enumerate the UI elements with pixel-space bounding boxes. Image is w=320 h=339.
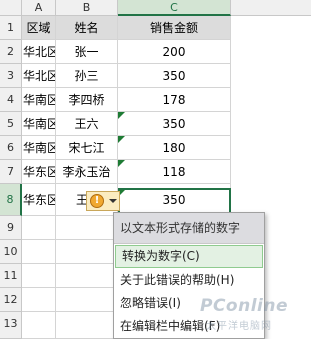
error-indicator-icon (118, 160, 125, 167)
sales-value: 180 (162, 141, 186, 155)
row-header-3[interactable]: 3 (0, 64, 22, 88)
empty-cell[interactable] (22, 264, 56, 288)
ignore-error-item[interactable]: 忽略错误(I) (114, 292, 264, 315)
error-indicator-icon (118, 112, 125, 119)
empty-cell[interactable] (56, 288, 118, 312)
name-cell[interactable]: 李四桥 (56, 88, 118, 112)
edit-in-formula-bar-item[interactable]: 在编辑栏中编辑(F) (114, 315, 264, 338)
name-cell[interactable]: 王六 (56, 112, 118, 136)
name-cell[interactable]: 孙三 (56, 64, 118, 88)
header-cell-name[interactable]: 姓名 (56, 16, 118, 40)
empty-cell[interactable] (56, 240, 118, 264)
empty-cell[interactable] (22, 216, 56, 240)
empty-cell[interactable] (22, 312, 56, 339)
sales-value: 350 (162, 193, 186, 207)
header-cell-region[interactable]: 区域 (22, 16, 56, 40)
name-cell[interactable]: 宋七江 (56, 136, 118, 160)
row-header-10[interactable]: 10 (0, 240, 22, 264)
row-header-4[interactable]: 4 (0, 88, 22, 112)
help-on-error-item[interactable]: 关于此错误的帮助(H) (114, 269, 264, 292)
header-cell-sales[interactable]: 销售金额 (118, 16, 231, 40)
row-header-5[interactable]: 5 (0, 112, 22, 136)
row-header-9[interactable]: 9 (0, 216, 22, 240)
region-cell[interactable]: 华北区 (22, 64, 56, 88)
region-cell[interactable]: 华南区 (22, 136, 56, 160)
sales-cell[interactable]: 178 (118, 88, 231, 112)
chevron-down-icon (109, 199, 117, 203)
convert-to-number-item[interactable]: 转换为数字(C) (115, 245, 263, 268)
sales-value: 350 (162, 117, 186, 131)
column-header-b[interactable]: B (56, 0, 118, 16)
error-indicator-icon (120, 188, 127, 195)
row-header-8[interactable]: 8 (0, 184, 22, 216)
column-header-c[interactable]: C (118, 0, 231, 16)
region-cell[interactable]: 华北区 (22, 40, 56, 64)
name-cell[interactable]: 张一 (56, 40, 118, 64)
sales-cell-text-number[interactable]: 350 (118, 112, 231, 136)
row-header-1[interactable]: 1 (0, 16, 22, 40)
column-header-empty (231, 0, 311, 16)
region-cell[interactable]: 华南区 (22, 88, 56, 112)
sales-cell-text-number[interactable]: 180 (118, 136, 231, 160)
sales-cell[interactable]: 350 (118, 64, 231, 88)
empty-cell[interactable] (56, 312, 118, 339)
column-header-a[interactable]: A (22, 0, 56, 16)
menu-title: 以文本形式存储的数字 (114, 213, 264, 244)
row-header-6[interactable]: 6 (0, 136, 22, 160)
sales-cell[interactable]: 200 (118, 40, 231, 64)
name-cell[interactable]: 李永玉治 (56, 160, 118, 184)
row-header-12[interactable]: 12 (0, 288, 22, 312)
empty-cell[interactable] (56, 216, 118, 240)
region-cell[interactable]: 华东区 (22, 184, 56, 216)
row-header-7[interactable]: 7 (0, 160, 22, 184)
error-options-button[interactable]: ! (86, 191, 120, 211)
empty-cell[interactable] (22, 240, 56, 264)
error-indicator-icon (118, 136, 125, 143)
sales-value: 118 (162, 165, 186, 179)
row-header-2[interactable]: 2 (0, 40, 22, 64)
corner-cell[interactable] (0, 0, 22, 16)
region-cell[interactable]: 华东区 (22, 160, 56, 184)
region-cell[interactable]: 华南区 (22, 112, 56, 136)
error-options-menu: 以文本形式存储的数字 转换为数字(C) 关于此错误的帮助(H) 忽略错误(I) … (113, 212, 265, 339)
warning-icon: ! (90, 194, 104, 208)
sales-cell-text-number[interactable]: 118 (118, 160, 231, 184)
row-header-13[interactable]: 13 (0, 312, 22, 339)
row-header-11[interactable]: 11 (0, 264, 22, 288)
empty-cell[interactable] (56, 264, 118, 288)
empty-cell[interactable] (22, 288, 56, 312)
